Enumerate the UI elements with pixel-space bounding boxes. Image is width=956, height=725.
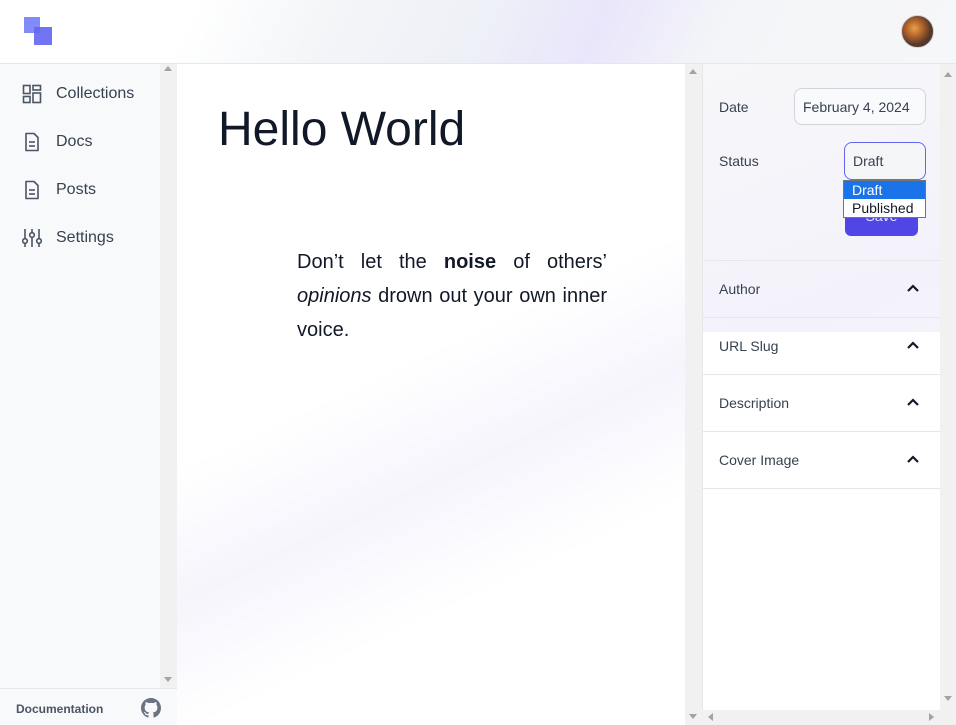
sidebar-item-collections[interactable]: Collections	[0, 74, 160, 114]
document-icon	[25, 180, 39, 200]
chevron-up-icon	[907, 455, 919, 463]
quote-bold-text: noise	[443, 251, 497, 273]
status-option-published[interactable]: Published	[844, 199, 925, 217]
logo-square-front	[34, 27, 52, 45]
panel-horizontal-scrollbar[interactable]	[702, 710, 940, 725]
sidebar-item-posts[interactable]: Posts	[0, 170, 160, 210]
section-label: Description	[719, 395, 790, 411]
sidebar-item-label: Posts	[56, 181, 97, 198]
top-header	[0, 0, 956, 64]
section-author[interactable]: Author	[703, 260, 941, 317]
quote-italic-text: opinions	[297, 285, 372, 307]
sidebar-item-label: Docs	[56, 133, 93, 150]
chevron-up-icon	[907, 398, 919, 406]
sidebar-item-label: Settings	[56, 229, 114, 246]
logo-squares-icon[interactable]	[24, 17, 52, 45]
chevron-up-icon	[907, 284, 919, 292]
panel-vertical-scrollbar[interactable]	[940, 64, 956, 710]
post-title[interactable]: Hello World	[218, 102, 465, 157]
date-label: Date	[719, 99, 749, 115]
scroll-down-arrow-icon[interactable]	[689, 714, 697, 719]
user-avatar[interactable]	[901, 15, 934, 48]
properties-panel: Date February 4, 2024 Status Draft Save …	[702, 64, 941, 710]
chevron-up-icon	[907, 341, 919, 349]
scroll-up-arrow-icon[interactable]	[164, 66, 172, 71]
status-label: Status	[719, 153, 759, 169]
section-description[interactable]: Description	[703, 374, 941, 431]
section-label: Author	[719, 281, 761, 297]
section-label: URL Slug	[719, 338, 779, 354]
post-body-quote[interactable]: Don’t let the noise of others’ opinions …	[297, 245, 607, 347]
status-select[interactable]: Draft	[844, 142, 926, 180]
collections-grid-icon	[22, 84, 42, 104]
section-url-slug[interactable]: URL Slug	[703, 317, 941, 374]
scroll-up-arrow-icon[interactable]	[689, 69, 697, 74]
sidebar-item-label: Collections	[56, 85, 135, 102]
quote-text: of others’	[496, 251, 607, 273]
quote-text: Don’t let the	[297, 251, 444, 273]
scroll-up-arrow-icon[interactable]	[944, 72, 952, 77]
date-field[interactable]: February 4, 2024	[794, 88, 926, 125]
sidebar-footer: Documentation	[0, 688, 177, 725]
section-divider	[703, 488, 941, 489]
status-dropdown-list[interactable]: Draft Published	[843, 180, 926, 218]
sidebar-item-docs[interactable]: Docs	[0, 122, 160, 162]
sidebar-item-settings[interactable]: Settings	[0, 218, 160, 258]
scroll-left-arrow-icon[interactable]	[708, 713, 713, 721]
scroll-down-arrow-icon[interactable]	[944, 696, 952, 701]
editor-area[interactable]: Hello World Don’t let the noise of other…	[177, 64, 685, 725]
scrollbar-corner	[940, 710, 956, 725]
sliders-icon	[22, 229, 42, 247]
document-icon	[25, 132, 39, 152]
sidebar-scrollbar[interactable]	[160, 64, 177, 688]
github-icon[interactable]	[141, 698, 161, 718]
scroll-down-arrow-icon[interactable]	[164, 677, 172, 682]
editor-scrollbar[interactable]	[685, 64, 702, 725]
sidebar: Collections Docs Posts Settings	[0, 64, 160, 688]
status-option-draft[interactable]: Draft	[844, 181, 925, 199]
section-label: Cover Image	[719, 452, 800, 468]
documentation-link[interactable]: Documentation	[16, 702, 103, 716]
scroll-right-arrow-icon[interactable]	[929, 713, 934, 721]
section-cover-image[interactable]: Cover Image	[703, 431, 941, 488]
